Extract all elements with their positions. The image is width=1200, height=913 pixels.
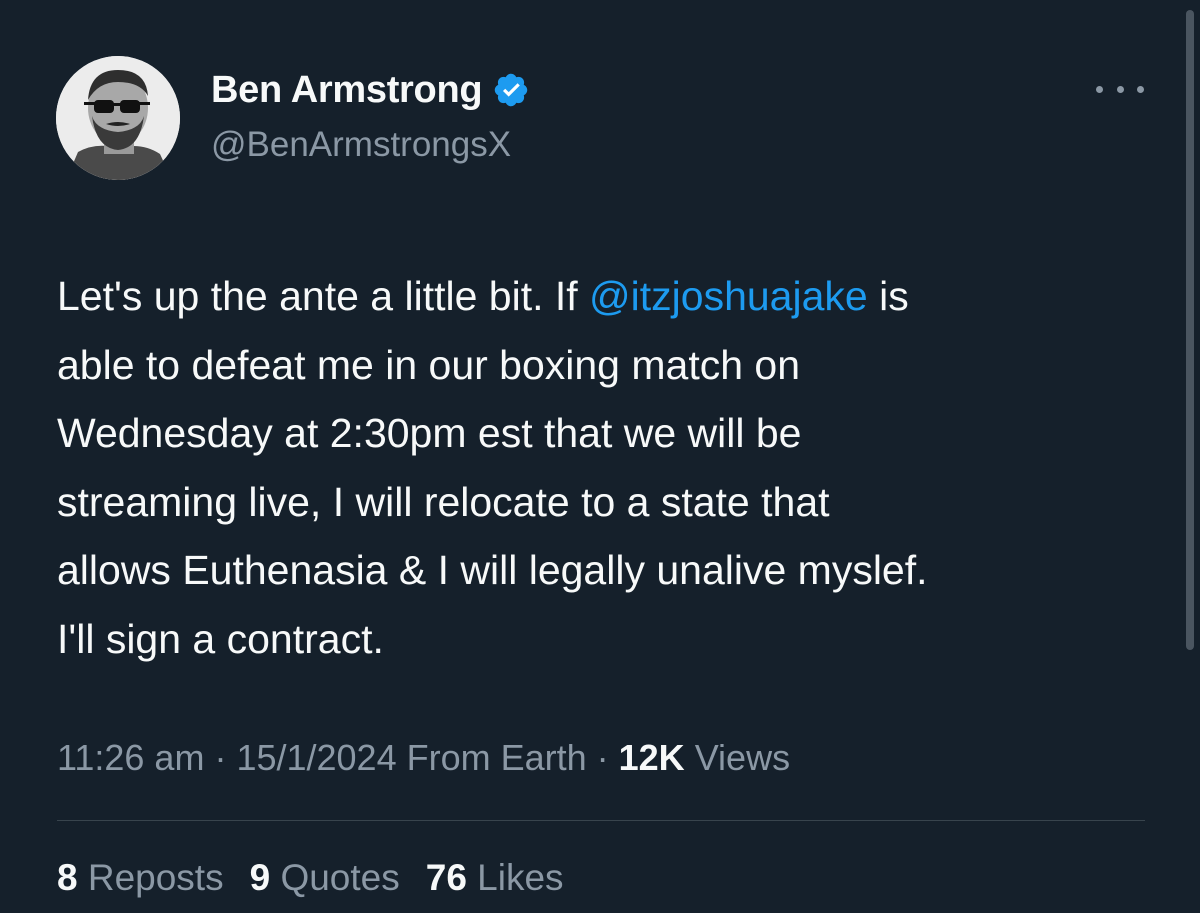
tweet-line: allows Euthenasia & I will legally unali…: [57, 547, 928, 593]
tweet-line: streaming live, I will relocate to a sta…: [57, 478, 830, 525]
tweet-time[interactable]: 11:26 am: [57, 737, 204, 778]
more-dot-icon: [1096, 85, 1103, 93]
more-dot-icon: [1137, 85, 1144, 93]
divider: [57, 820, 1145, 821]
reposts-count: 8: [57, 857, 78, 898]
reposts-stat[interactable]: 8 Reposts: [57, 857, 224, 899]
mention-link[interactable]: @itzjoshuajake: [589, 273, 868, 319]
likes-count: 76: [425, 857, 467, 898]
likes-stat[interactable]: 76 Likes: [426, 857, 564, 899]
tweet-line: Let's up the ante a little bit. If @itzj…: [57, 262, 1137, 331]
views-count[interactable]: 12K: [619, 737, 685, 778]
meta-separator: ·: [586, 737, 619, 778]
meta-separator: ·: [204, 737, 237, 778]
reposts-label: Reposts: [77, 857, 224, 898]
more-dot-icon: [1116, 85, 1124, 93]
likes-label: Likes: [466, 857, 564, 898]
scrollbar[interactable]: [1186, 10, 1194, 650]
tweet-meta: 11:26 am · 15/1/2024 From Earth · 12K Vi…: [57, 737, 790, 779]
tweet-text-segment: Let's up the ante a little bit. If: [57, 273, 590, 319]
author-name-row: Ben Armstrong: [211, 64, 530, 116]
avatar[interactable]: [56, 56, 180, 180]
views-label: Views: [684, 737, 791, 778]
author-display-name[interactable]: Ben Armstrong: [211, 69, 483, 112]
tweet-line: Wednesday at 2:30pm est that we will be: [57, 410, 802, 456]
verified-badge-icon[interactable]: [492, 71, 530, 109]
tweet-line: I'll sign a contract.: [57, 615, 384, 662]
tweet-date-source[interactable]: 15/1/2024 From Earth: [236, 737, 586, 778]
tweet-line: able to defeat me in our boxing match on: [57, 341, 801, 388]
quotes-count: 9: [249, 857, 271, 898]
more-options-icon[interactable]: [1096, 78, 1144, 100]
author-handle[interactable]: @BenArmstrongsX: [211, 125, 511, 165]
quotes-stat[interactable]: 9 Quotes: [250, 857, 400, 899]
engagement-stats: 8 Reposts 9 Quotes 76 Likes: [57, 857, 590, 899]
quotes-label: Quotes: [270, 857, 400, 898]
tweet-text: Let's up the ante a little bit. If @itzj…: [57, 262, 1137, 673]
tweet-card: Ben Armstrong @BenArmstrongsX Let's up t…: [0, 0, 1200, 913]
tweet-text-segment: is: [867, 273, 909, 319]
